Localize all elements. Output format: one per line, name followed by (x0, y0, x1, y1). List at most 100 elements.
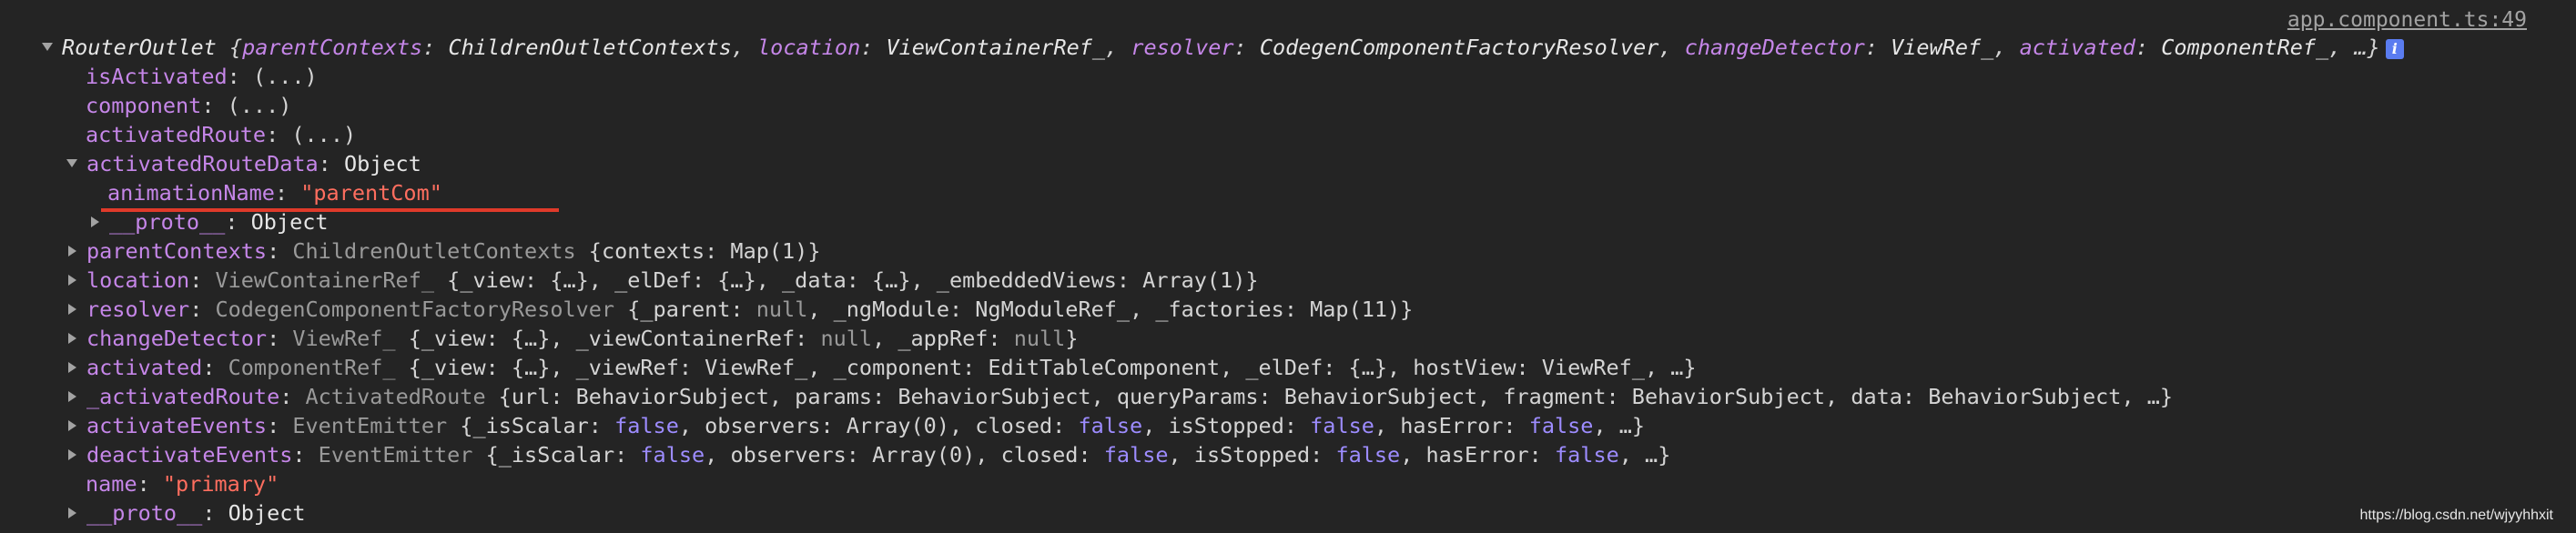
expand-triangle-icon[interactable] (68, 245, 76, 256)
root-summary-open: { (228, 35, 243, 60)
prop-string-value: parentCom (313, 180, 430, 206)
expand-triangle-icon[interactable] (68, 332, 76, 344)
info-icon[interactable]: i (2385, 38, 2404, 59)
prop-line[interactable]: component: (...) (0, 91, 2576, 120)
expand-triangle-icon[interactable] (68, 507, 76, 518)
prop-value: Object (250, 209, 329, 235)
prop-key: activatedRouteData (86, 151, 319, 176)
prop-line-collapsed[interactable]: resolver: CodegenComponentFactoryResolve… (0, 295, 2576, 324)
prop-line[interactable]: animationName: "parentCom" (0, 178, 2576, 207)
boolean-value: false (640, 442, 705, 468)
prop-key: changeDetector (86, 326, 268, 351)
prop-preview: , _appRef: (872, 326, 1001, 351)
prop-type: EventEmitter (318, 442, 473, 468)
root-field-value: CodegenComponentFactoryResolver (1259, 35, 1659, 60)
root-field-value: ChildrenOutletContexts (448, 35, 732, 60)
prop-line[interactable]: isActivated: (...) (0, 62, 2576, 91)
prop-line[interactable]: activatedRoute: (...) (0, 120, 2576, 149)
prop-line-collapsed[interactable]: changeDetector: ViewRef_ {_view: {…}, _v… (0, 324, 2576, 353)
prop-value[interactable]: (...) (253, 64, 318, 89)
root-field-value: ViewContainerRef_ (886, 35, 1106, 60)
prop-key: __proto__ (109, 209, 226, 235)
root-class-name: RouterOutlet (62, 35, 217, 60)
root-field-value: ViewRef_ (1891, 35, 1994, 60)
prop-value: Object (343, 151, 421, 176)
prop-key: location (86, 267, 190, 293)
root-object-line[interactable]: RouterOutlet {parentContexts: ChildrenOu… (0, 33, 2576, 62)
prop-line-collapsed[interactable]: _activatedRoute: ActivatedRoute {url: Be… (0, 382, 2576, 411)
root-field-value: ComponentRef_ (2161, 35, 2329, 60)
prop-key: animationName (107, 180, 275, 206)
prop-value: Object (228, 500, 306, 526)
null-value: null (1013, 326, 1066, 351)
prop-preview: {_parent: (627, 297, 744, 322)
prop-preview: {_isScalar: (460, 413, 602, 438)
prop-line-collapsed[interactable]: location: ViewContainerRef_ {_view: {…},… (0, 266, 2576, 295)
prop-type: ActivatedRoute (305, 384, 486, 409)
prop-string-value: primary (176, 471, 267, 497)
prop-line-expanded[interactable]: activatedRouteData: Object (0, 149, 2576, 178)
null-value: null (756, 297, 808, 322)
prop-preview: , isStopped: (1142, 413, 1297, 438)
expand-triangle-icon[interactable] (68, 361, 76, 373)
prop-key: _activatedRoute (86, 384, 280, 409)
prop-line-collapsed[interactable]: activateEvents: EventEmitter {_isScalar:… (0, 411, 2576, 440)
expand-triangle-icon[interactable] (68, 448, 76, 460)
prop-key: __proto__ (86, 500, 203, 526)
prop-preview: {_isScalar: (485, 442, 628, 468)
prop-value[interactable]: (...) (291, 122, 356, 147)
prop-line-collapsed[interactable]: deactivateEvents: EventEmitter {_isScala… (0, 440, 2576, 469)
prop-key: resolver (86, 297, 190, 322)
prop-preview: , _ngModule: NgModuleRef_, _factories: M… (807, 297, 1414, 322)
prop-preview: , isStopped: (1168, 442, 1323, 468)
watermark: https://blog.csdn.net/wjyyhhxit (2359, 508, 2553, 523)
collapse-triangle-icon[interactable] (42, 43, 53, 51)
root-summary-close: …} (2354, 35, 2380, 60)
prop-type: CodegenComponentFactoryResolver (215, 297, 615, 322)
console-object-tree: RouterOutlet { parentContexts: ChildrenOu… (0, 33, 2576, 528)
boolean-value: false (1555, 442, 1619, 468)
source-file-link[interactable]: app.component.ts:49 (2287, 8, 2527, 32)
prop-preview: , hasError: (1400, 442, 1542, 468)
prop-key: name (86, 471, 137, 497)
prop-preview: {url: BehaviorSubject, params: BehaviorS… (498, 384, 2174, 409)
prop-type: ViewRef_ (292, 326, 396, 351)
prop-preview: {_view: {…}, _viewRef: ViewRef_, _compon… (408, 355, 1697, 380)
expand-triangle-icon[interactable] (68, 274, 76, 286)
red-annotation-underline (101, 208, 559, 212)
prop-line-collapsed[interactable]: __proto__: Object (0, 498, 2576, 528)
prop-line-collapsed[interactable]: activated: ComponentRef_ {_view: {…}, _v… (0, 353, 2576, 382)
prop-type: ChildrenOutletContexts (292, 238, 576, 264)
prop-type: EventEmitter (292, 413, 448, 438)
prop-preview: , …} (1593, 413, 1646, 438)
prop-key: deactivateEvents (86, 442, 293, 468)
root-field-key: location (757, 35, 861, 60)
prop-preview: , observers: Array(0), closed: (678, 413, 1066, 438)
boolean-value: false (614, 413, 679, 438)
expand-triangle-icon[interactable] (68, 303, 76, 315)
prop-key: activateEvents (86, 413, 268, 438)
prop-key: parentContexts (86, 238, 268, 264)
prop-key: component (86, 93, 202, 118)
collapse-triangle-icon[interactable] (66, 159, 77, 167)
prop-key: activated (86, 355, 203, 380)
root-field-key: parentContexts (242, 35, 423, 60)
prop-preview: , observers: Array(0), closed: (705, 442, 1091, 468)
root-field-key: changeDetector (1684, 35, 1865, 60)
prop-line-collapsed[interactable]: parentContexts: ChildrenOutletContexts {… (0, 236, 2576, 266)
boolean-value: false (1310, 413, 1374, 438)
prop-preview: {_view: {…}, _elDef: {…}, _data: {…}, _e… (447, 267, 1259, 293)
prop-value[interactable]: (...) (228, 93, 292, 118)
prop-line[interactable]: name: "primary" (0, 469, 2576, 498)
expand-triangle-icon[interactable] (91, 216, 99, 227)
prop-preview: } (1065, 326, 1079, 351)
boolean-value: false (1078, 413, 1143, 438)
expand-triangle-icon[interactable] (68, 390, 76, 402)
boolean-value: false (1335, 442, 1401, 468)
root-field-key: resolver (1131, 35, 1234, 60)
prop-type: ComponentRef_ (228, 355, 396, 380)
expand-triangle-icon[interactable] (68, 419, 76, 431)
prop-preview: , …} (1618, 442, 1671, 468)
prop-key: activatedRoute (86, 122, 267, 147)
boolean-value: false (1103, 442, 1169, 468)
